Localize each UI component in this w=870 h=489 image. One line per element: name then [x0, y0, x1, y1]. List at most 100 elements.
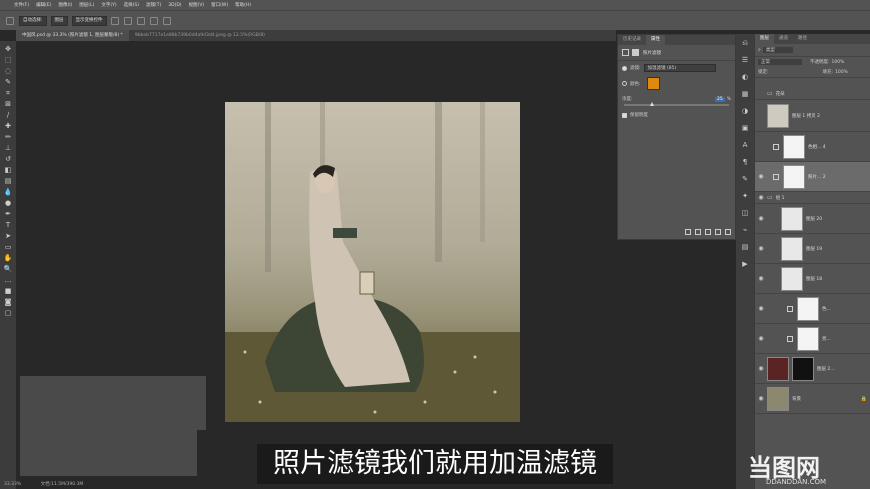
eye-icon[interactable]: ◉	[755, 275, 767, 282]
layer-row[interactable]: 图层 1 拷贝 2	[755, 100, 870, 132]
align-left-icon[interactable]	[110, 16, 119, 25]
tab-layers[interactable]: 图层	[755, 34, 774, 44]
move-tool-icon[interactable]	[6, 16, 14, 25]
layer-row[interactable]: ◉ 色...	[755, 294, 870, 324]
history-icon[interactable]: ⎌	[741, 39, 750, 48]
menu-item[interactable]: 选择(S)	[124, 2, 139, 8]
tab-channels[interactable]: 通道	[774, 34, 793, 44]
menu-item[interactable]: 文件(F)	[14, 2, 29, 8]
menu-item[interactable]: 3D(D)	[168, 3, 181, 8]
color-radio[interactable]	[622, 81, 627, 86]
eye-icon[interactable]: ◉	[755, 335, 767, 342]
swatches-icon[interactable]: ▦	[741, 90, 750, 99]
stamp-icon[interactable]: ⊥	[3, 144, 13, 153]
tab-properties[interactable]: 属性	[646, 35, 665, 45]
type-icon[interactable]: T	[3, 221, 13, 230]
menu-item[interactable]: 图像(I)	[58, 2, 72, 8]
brush-icon[interactable]: ✏	[3, 133, 13, 142]
move-icon[interactable]: ✥	[3, 45, 13, 54]
eye-icon[interactable]: ◉	[755, 215, 767, 222]
opacity-input[interactable]: 100%	[832, 60, 845, 65]
adjustments-icon[interactable]: ◑	[741, 107, 750, 116]
tab-paths[interactable]: 路径	[793, 34, 812, 44]
dodge-icon[interactable]: ●	[3, 199, 13, 208]
layer-row-selected[interactable]: ◉ 照片... 2	[755, 162, 870, 192]
more-tools-icon[interactable]: …	[3, 276, 13, 285]
align-center-icon[interactable]	[123, 16, 132, 25]
menu-item[interactable]: 图层(L)	[79, 2, 94, 8]
distribute-icon[interactable]	[149, 16, 158, 25]
layer-row[interactable]: 色相... 4	[755, 132, 870, 162]
eyedropper-icon[interactable]: ∕	[3, 111, 13, 120]
frame-icon[interactable]: ⊠	[3, 100, 13, 109]
properties-icon[interactable]: ☰	[741, 56, 750, 65]
density-input[interactable]: 25	[714, 96, 725, 102]
shape-icon[interactable]: ▭	[3, 243, 13, 252]
align-right-icon[interactable]	[136, 16, 145, 25]
paragraph-icon[interactable]: ¶	[741, 158, 750, 167]
3d-mode-icon[interactable]	[162, 16, 171, 25]
layer-row[interactable]: ◉ 图层 2...	[755, 354, 870, 384]
eye-icon[interactable]: ◉	[755, 395, 767, 402]
healing-icon[interactable]: ✚	[3, 122, 13, 131]
marquee-icon[interactable]: ⬚	[3, 56, 13, 65]
channels-icon[interactable]: ◫	[741, 209, 750, 218]
reset-icon[interactable]	[705, 229, 711, 235]
target-select[interactable]: 图层	[50, 15, 68, 26]
quick-mask-icon[interactable]: ◙	[3, 298, 13, 307]
color-swatch[interactable]	[646, 77, 660, 90]
density-slider[interactable]	[624, 102, 729, 106]
gradient-icon[interactable]: ▤	[3, 177, 13, 186]
fill-input[interactable]: 100%	[835, 70, 848, 75]
layer-row[interactable]: ◉ 背景 🔒	[755, 384, 870, 414]
menu-item[interactable]: 帮助(H)	[235, 2, 251, 8]
hand-icon[interactable]: ✋	[3, 254, 13, 263]
filter-radio[interactable]	[622, 65, 627, 71]
view-previous-icon[interactable]	[695, 229, 701, 235]
zoom-icon[interactable]: 🔍	[3, 265, 13, 274]
tab-history[interactable]: 历史记录	[618, 35, 646, 45]
blend-mode-select[interactable]: 正常	[758, 59, 802, 65]
eye-icon[interactable]: ◉	[755, 365, 767, 372]
blur-icon[interactable]: 💧	[3, 188, 13, 197]
density-slider-handle[interactable]	[650, 102, 655, 106]
libraries-icon[interactable]: ▣	[741, 124, 750, 133]
color-icon[interactable]: ◐	[741, 73, 750, 82]
document-tab-active[interactable]: 中国风.psd @ 33.3% (照片滤镜 1, 图层蒙版/8) *	[16, 30, 129, 41]
document-tab[interactable]: 9bbeb7717e1e88b739b0d4a9d3dd.jpeg @ 12.5…	[129, 30, 271, 41]
layer-row[interactable]: ◉ 图层 20	[755, 204, 870, 234]
brushes-icon[interactable]: ✎	[741, 175, 750, 184]
path-select-icon[interactable]: ➤	[3, 232, 13, 241]
styles-icon[interactable]: ✦	[741, 192, 750, 201]
filter-select[interactable]: 加温滤镜 (85)	[643, 64, 716, 72]
eye-icon[interactable]: ◉	[755, 194, 767, 201]
screen-mode-icon[interactable]: ▢	[3, 309, 13, 318]
eye-icon[interactable]: ◉	[755, 173, 767, 180]
pen-icon[interactable]: ✒	[3, 210, 13, 219]
document-image[interactable]	[225, 102, 520, 422]
layer-row[interactable]: ◉ 图层 19	[755, 234, 870, 264]
quick-select-icon[interactable]: ✎	[3, 78, 13, 87]
layer-group[interactable]: ▭ 花朵	[755, 88, 870, 100]
lasso-icon[interactable]: ◌	[3, 67, 13, 76]
menu-item[interactable]: 窗口(W)	[211, 2, 228, 8]
clip-icon[interactable]	[685, 229, 691, 235]
layer-row[interactable]: ◉ 亮...	[755, 324, 870, 354]
actions-icon[interactable]: ▶	[741, 260, 750, 269]
glyphs-icon[interactable]: ▤	[741, 243, 750, 252]
crop-icon[interactable]: ⌗	[3, 89, 13, 98]
zoom-level[interactable]: 33.33%	[4, 482, 21, 487]
visibility-icon[interactable]	[715, 229, 721, 235]
preserve-checkbox[interactable]	[622, 112, 627, 118]
trash-icon[interactable]	[725, 229, 731, 235]
menu-item[interactable]: 滤镜(T)	[146, 2, 161, 8]
layer-group[interactable]: ◉ ▭ 组 1	[755, 192, 870, 204]
menu-item[interactable]: 视图(V)	[189, 2, 205, 8]
color-swatches-icon[interactable]: ■	[3, 287, 13, 296]
layer-row[interactable]: ◉ 图层 18	[755, 264, 870, 294]
character-icon[interactable]: A	[741, 141, 750, 150]
eye-icon[interactable]: ◉	[755, 305, 767, 312]
eraser-icon[interactable]: ◧	[3, 166, 13, 175]
kind-select[interactable]: 类型	[762, 47, 793, 53]
paths-icon[interactable]: ⌁	[741, 226, 750, 235]
